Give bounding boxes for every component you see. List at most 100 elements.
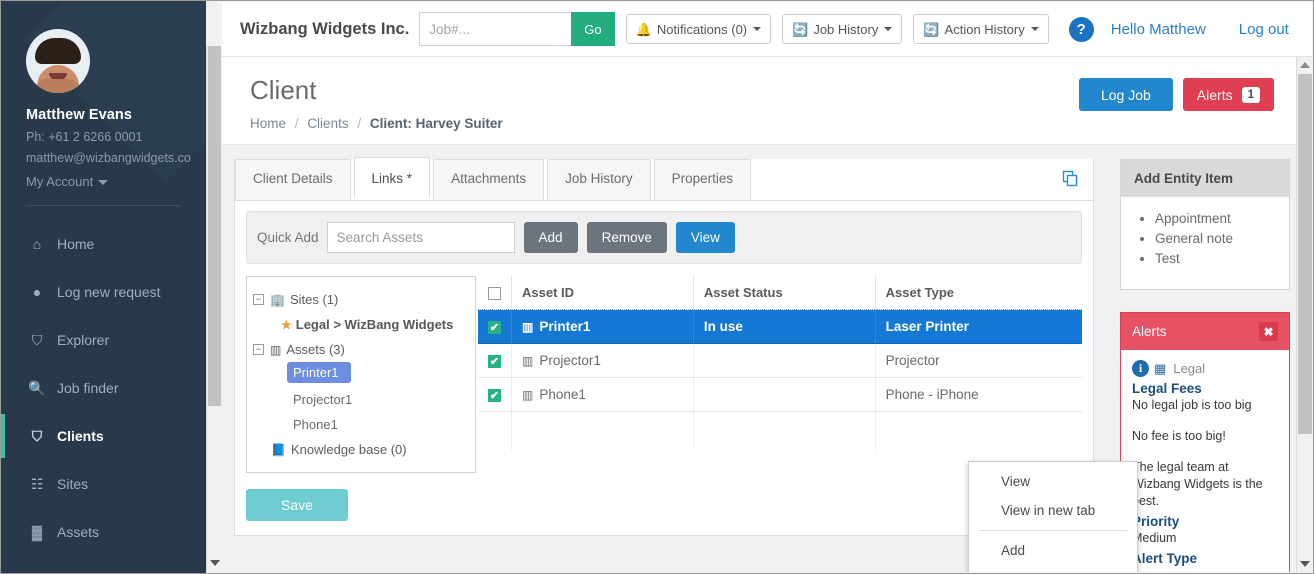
knowledge-base-icon: 📘 <box>271 442 286 457</box>
cell-asset-id-text: Projector1 <box>539 353 601 369</box>
table-row[interactable]: ✔ ▥ Phone1 Phone - iPhone <box>478 377 1082 413</box>
close-icon[interactable]: ✖ <box>1259 322 1278 341</box>
cell-asset-status: In use <box>693 309 876 345</box>
sidebar-item-label: Sites <box>57 476 89 492</box>
copy-icon[interactable] <box>1061 170 1079 188</box>
list-item[interactable]: Appointment <box>1155 209 1279 229</box>
asset-icon: ▥ <box>270 342 282 357</box>
breadcrumb-clients[interactable]: Clients <box>307 116 348 131</box>
tree-node-knowledge-base[interactable]: 📘 Knowledge base (0) <box>253 437 467 462</box>
view-button[interactable]: View <box>675 222 735 253</box>
job-search-input[interactable] <box>419 12 572 46</box>
cell-asset-id-text: Printer1 <box>539 319 591 335</box>
my-account-menu[interactable]: My Account <box>26 174 206 189</box>
row-checkbox[interactable]: ✔ <box>488 389 501 402</box>
tree-item-phone1[interactable]: Phone1 <box>253 412 467 437</box>
sidebar-scrollbar-thumb[interactable] <box>208 46 221 406</box>
context-menu-item-add[interactable]: Add <box>969 536 1137 565</box>
breadcrumb-separator: / <box>294 116 299 131</box>
hello-user-link[interactable]: Hello Matthew <box>1111 21 1206 38</box>
sidebar-item-clients[interactable]: ⛉ Clients <box>1 412 206 460</box>
tab-properties[interactable]: Properties <box>653 159 752 200</box>
notifications-dropdown[interactable]: 🔔 Notifications (0) <box>625 14 772 44</box>
table-row[interactable]: ✔ ▥ Printer1 In use Laser Printer <box>478 309 1082 345</box>
tab-job-history[interactable]: Job History <box>547 159 651 200</box>
application-window: Matthew Evans Ph: +61 2 6266 0001 matthe… <box>0 0 1314 574</box>
sidebar-item-sites[interactable]: ☷ Sites <box>1 460 206 508</box>
select-all-checkbox[interactable] <box>488 287 501 301</box>
user-profile: Matthew Evans Ph: +61 2 6266 0001 matthe… <box>1 1 206 189</box>
action-history-dropdown[interactable]: 🔄 Action History <box>913 14 1049 44</box>
sidebar-item-assets[interactable]: ▓ Assets <box>1 508 206 556</box>
tree-node-sites[interactable]: − 🏢 Sites (1) <box>253 287 467 312</box>
asset-icon: ▥ <box>522 320 534 335</box>
sidebar-scrollbar[interactable] <box>206 46 221 572</box>
sidebar-item-job-finder[interactable]: 🔍 Job finder <box>1 364 206 412</box>
remove-button[interactable]: Remove <box>586 222 667 253</box>
add-entity-item-list: Appointment General note Test <box>1131 209 1279 269</box>
chevron-down-icon <box>753 27 762 31</box>
quick-add-label: Quick Add <box>257 230 319 245</box>
alert-heading: Legal Fees <box>1132 381 1202 396</box>
help-icon[interactable]: ? <box>1068 16 1094 42</box>
search-assets-input[interactable] <box>326 222 515 253</box>
context-menu-item-view[interactable]: View <box>969 467 1137 496</box>
alerts-panel-title: Alerts <box>1132 324 1167 339</box>
row-select-cell: ✔ <box>478 377 512 413</box>
info-icon: i <box>1132 360 1149 377</box>
tree-node-assets[interactable]: − ▥ Assets (3) <box>253 337 467 362</box>
star-icon: ★ <box>281 317 292 332</box>
chevron-down-icon <box>1030 27 1039 31</box>
column-asset-type[interactable]: Asset Type <box>875 276 1082 311</box>
tree-item-printer1[interactable]: Printer1 <box>287 362 351 383</box>
scroll-down-arrow-icon[interactable] <box>1300 561 1310 567</box>
breadcrumb-home[interactable]: Home <box>250 116 286 131</box>
column-asset-id[interactable]: Asset ID <box>511 276 694 311</box>
scroll-down-arrow-icon[interactable] <box>210 560 220 566</box>
job-history-dropdown[interactable]: 🔄 Job History <box>782 14 903 44</box>
context-menu-item-view-in-new-tab[interactable]: View in new tab <box>969 496 1137 525</box>
logout-link[interactable]: Log out <box>1239 21 1289 38</box>
sidebar-item-explorer[interactable]: ⛉ Explorer <box>1 316 206 364</box>
action-history-label: Action History <box>944 21 1025 37</box>
go-button[interactable]: Go <box>571 12 615 46</box>
list-item[interactable]: Test <box>1155 249 1279 269</box>
page-scrollbar[interactable] <box>1296 57 1312 572</box>
breadcrumb: Home / Clients / Client: Harvey Suiter <box>250 116 1274 131</box>
context-menu-item-remove[interactable]: Remove <box>969 565 1137 572</box>
bell-icon: 🔔 <box>635 21 652 37</box>
asset-icon: ▥ <box>522 354 534 369</box>
tree-item-site[interactable]: ★ Legal > WizBang Widgets <box>253 312 467 337</box>
table-row[interactable]: ✔ ▥ Projector1 Projector <box>478 343 1082 379</box>
circle-icon: ● <box>32 284 42 300</box>
empty-cell <box>875 412 1082 450</box>
sidebar-item-log-new-request[interactable]: ● Log new request <box>1 268 206 316</box>
list-item-label: Test <box>1155 251 1180 266</box>
column-asset-status[interactable]: Asset Status <box>693 276 876 311</box>
row-checkbox[interactable]: ✔ <box>488 355 501 368</box>
add-button[interactable]: Add <box>523 222 578 253</box>
left-sidebar: Matthew Evans Ph: +61 2 6266 0001 matthe… <box>1 1 206 573</box>
tree-item-projector1[interactable]: Projector1 <box>253 387 467 412</box>
page-header-actions: Log Job Alerts 1 <box>1078 78 1274 111</box>
log-job-button[interactable]: Log Job <box>1078 78 1173 111</box>
cell-asset-status <box>693 377 876 413</box>
scroll-up-arrow-icon[interactable] <box>1300 62 1310 68</box>
tab-attachments[interactable]: Attachments <box>433 159 545 200</box>
alerts-button[interactable]: Alerts 1 <box>1182 78 1274 111</box>
save-button[interactable]: Save <box>246 489 348 521</box>
sidebar-item-home[interactable]: ⌂ Home <box>1 220 206 268</box>
notifications-label: Notifications (0) <box>656 21 748 37</box>
tree-expander-icon[interactable]: − <box>253 344 264 355</box>
row-select-cell: ✔ <box>478 343 512 379</box>
tree-expander-icon[interactable]: − <box>253 294 264 305</box>
tab-client-details[interactable]: Client Details <box>235 159 351 200</box>
tree-node-label: Sites (1) <box>289 292 339 307</box>
row-checkbox[interactable]: ✔ <box>488 321 501 334</box>
breadcrumb-separator: / <box>357 116 362 131</box>
page-scrollbar-thumb[interactable] <box>1298 74 1312 434</box>
tab-links[interactable]: Links * <box>353 157 431 198</box>
list-item[interactable]: General note <box>1155 229 1279 249</box>
